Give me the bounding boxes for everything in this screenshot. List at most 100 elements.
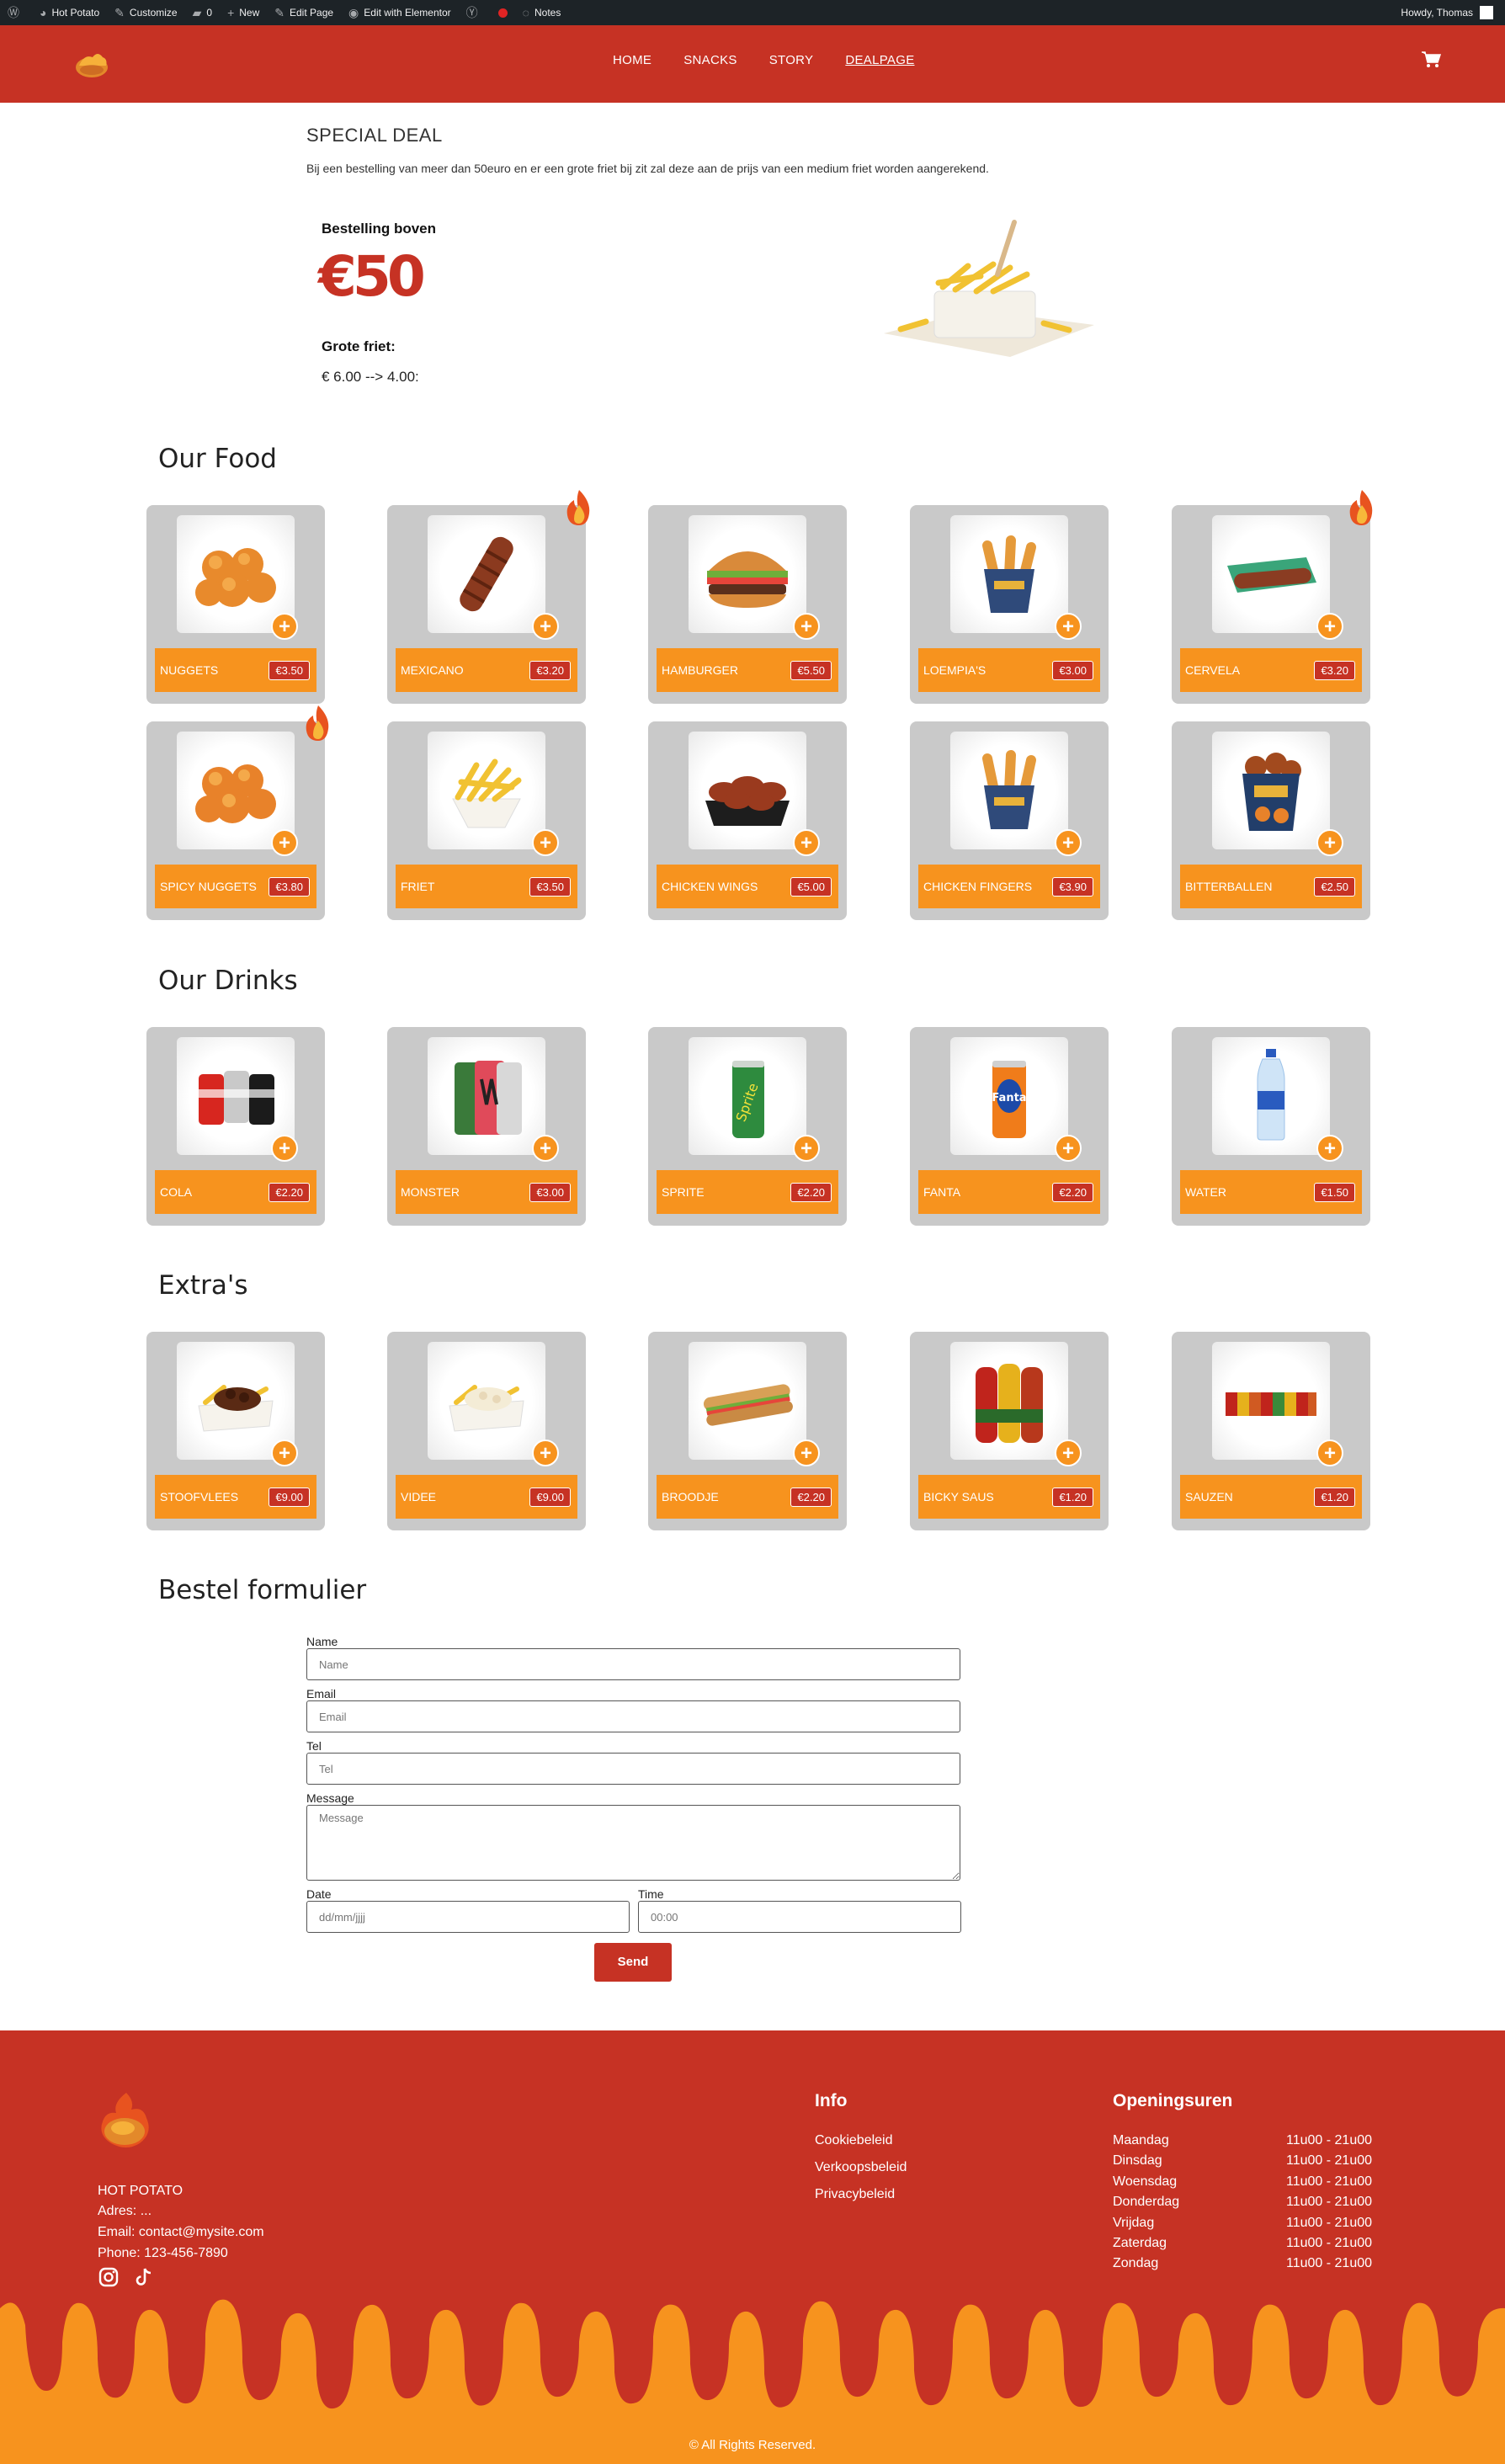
date-input[interactable] (306, 1901, 630, 1933)
add-to-cart-button[interactable]: + (1316, 1440, 1343, 1466)
product-name: FRIET (401, 880, 435, 893)
add-to-cart-button[interactable]: + (793, 1135, 820, 1162)
product-price: €9.00 (529, 1487, 571, 1507)
extras-section-title: Extra's (158, 1270, 248, 1301)
product-card-cervela: + CERVELA €3.20 (1172, 505, 1370, 704)
hamburger-image (689, 515, 806, 633)
main-nav: HOME SNACKS STORY DEALPAGE (613, 53, 915, 67)
wp-logo-menu[interactable]: Ⓦ (0, 0, 32, 25)
status-dot-menu[interactable] (491, 0, 515, 25)
product-name: CHICKEN FINGERS (923, 880, 1033, 893)
tel-input[interactable] (306, 1753, 960, 1785)
add-to-cart-button[interactable]: + (1055, 829, 1082, 856)
product-bar: FANTA €2.20 (918, 1170, 1100, 1214)
add-to-cart-button[interactable]: + (271, 1440, 298, 1466)
product-price: €9.00 (269, 1487, 310, 1507)
chicken-wings-image (689, 732, 806, 849)
product-bar: STOOFVLEES €9.00 (155, 1475, 316, 1519)
elementor-menu[interactable]: ◉ Edit with Elementor (341, 0, 459, 25)
message-textarea[interactable] (306, 1805, 960, 1881)
product-bar: CHICKEN FINGERS €3.90 (918, 865, 1100, 908)
product-card-bicky-saus: + BICKY SAUS €1.20 (910, 1332, 1109, 1530)
deal-item-label: Grote friet: (322, 338, 396, 354)
add-to-cart-button[interactable]: + (1316, 829, 1343, 856)
time-input[interactable] (638, 1901, 961, 1933)
product-name: SPRITE (662, 1185, 705, 1199)
site-name-menu[interactable]: ◕ Hot Potato (32, 0, 107, 25)
cervela-image (1212, 515, 1330, 633)
product-card-friet: + FRIET €3.50 (387, 721, 586, 920)
product-bar: CHICKEN WINGS €5.00 (657, 865, 838, 908)
link-cookiebeleid[interactable]: Cookiebeleid (815, 2133, 893, 2148)
hours-day: Maandag (1113, 2133, 1169, 2147)
water-image (1212, 1037, 1330, 1155)
fanta-image: Fanta (950, 1037, 1068, 1155)
edit-page-menu[interactable]: ✎ Edit Page (267, 0, 341, 25)
add-to-cart-button[interactable]: + (271, 613, 298, 640)
product-price: €3.50 (269, 660, 310, 680)
add-to-cart-button[interactable]: + (1055, 613, 1082, 640)
add-to-cart-button[interactable]: + (532, 1440, 559, 1466)
add-to-cart-button[interactable]: + (1316, 1135, 1343, 1162)
notes-menu[interactable]: ◌ Notes (515, 0, 569, 25)
comments-menu[interactable]: ▰ 0 (185, 0, 220, 25)
add-to-cart-button[interactable]: + (1316, 613, 1343, 640)
product-bar: VIDEE €9.00 (396, 1475, 577, 1519)
name-input[interactable] (306, 1648, 960, 1680)
videe-image (428, 1342, 545, 1460)
add-to-cart-button[interactable]: + (793, 613, 820, 640)
nav-snacks[interactable]: SNACKS (683, 53, 737, 67)
new-content-menu[interactable]: + New (220, 0, 267, 25)
site-footer: HOT POTATO Adres: ... Email: contact@mys… (0, 2030, 1505, 2464)
elementor-label: Edit with Elementor (364, 7, 451, 19)
add-to-cart-button[interactable]: + (532, 1135, 559, 1162)
product-price: €1.20 (1314, 1487, 1355, 1507)
product-price: €3.00 (529, 1182, 571, 1202)
dashboard-icon: ◕ (40, 6, 47, 19)
product-card-chicken-fingers: + CHICKEN FINGERS €3.90 (910, 721, 1109, 920)
loempias-image (950, 515, 1068, 633)
nav-dealpage[interactable]: DEALPAGE (845, 53, 914, 67)
potato-logo-icon[interactable] (94, 2089, 157, 2155)
link-privacybeleid[interactable]: Privacybeleid (815, 2187, 895, 2202)
add-to-cart-button[interactable]: + (1055, 1135, 1082, 1162)
customize-menu[interactable]: ✎ Customize (107, 0, 184, 25)
product-bar: HAMBURGER €5.50 (657, 648, 838, 692)
date-label: Date (306, 1887, 332, 1901)
add-to-cart-button[interactable]: + (793, 829, 820, 856)
comments-count: 0 (206, 7, 213, 19)
add-to-cart-button[interactable]: + (532, 613, 559, 640)
product-card-spicy-nuggets: + SPICY NUGGETS €3.80 (146, 721, 325, 920)
product-name: LOEMPIA'S (923, 663, 986, 677)
order-form-title: Bestel formulier (158, 1575, 367, 1605)
food-section-title: Our Food (158, 444, 277, 474)
instagram-icon[interactable] (98, 2266, 120, 2288)
product-price: €2.50 (1314, 876, 1355, 897)
info-heading: Info (815, 2091, 848, 2110)
add-to-cart-button[interactable]: + (793, 1440, 820, 1466)
product-price: €3.20 (1314, 660, 1355, 680)
potato-logo-icon[interactable] (72, 47, 111, 81)
nav-story[interactable]: STORY (769, 53, 814, 67)
link-verkoopsbeleid[interactable]: Verkoopsbeleid (815, 2160, 907, 2175)
product-price: €5.00 (790, 876, 832, 897)
add-to-cart-button[interactable]: + (271, 829, 298, 856)
nav-home[interactable]: HOME (613, 53, 651, 67)
product-name: WATER (1185, 1185, 1226, 1199)
add-to-cart-button[interactable]: + (271, 1135, 298, 1162)
product-name: BROODJE (662, 1490, 719, 1503)
email-input[interactable] (306, 1700, 960, 1732)
avatar (1480, 6, 1493, 19)
send-button[interactable]: Send (594, 1943, 672, 1982)
new-label: New (239, 7, 260, 19)
yoast-menu[interactable]: Ⓨ (459, 0, 491, 25)
spicy-flame-icon (566, 490, 590, 525)
product-price: €3.00 (1052, 660, 1093, 680)
add-to-cart-button[interactable]: + (1055, 1440, 1082, 1466)
shopping-cart-icon[interactable] (1421, 51, 1441, 69)
add-to-cart-button[interactable]: + (532, 829, 559, 856)
product-price: €2.20 (1052, 1182, 1093, 1202)
account-menu[interactable]: Howdy, Thomas (1401, 6, 1505, 19)
deal-box-label: Bestelling boven (322, 221, 437, 237)
tiktok-icon[interactable] (133, 2266, 155, 2288)
